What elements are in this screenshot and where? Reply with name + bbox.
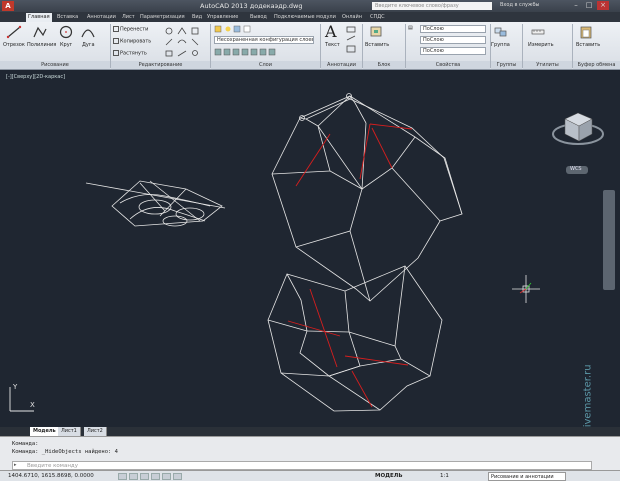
tab-parametric[interactable]: Параметризация (138, 13, 187, 22)
match-properties-icon[interactable]: ▤ (408, 25, 413, 31)
tab-insert[interactable]: Вставка (55, 13, 80, 22)
tab-plugins[interactable]: Подключаемые модули (272, 13, 338, 22)
polyline-tool-icon[interactable] (32, 25, 48, 39)
stretch-icon (113, 50, 119, 56)
move-label: Перенести (120, 26, 149, 33)
wcs-label[interactable]: WCS (570, 166, 582, 172)
viewcube-icon[interactable] (552, 112, 604, 145)
polyline-tool-label[interactable]: Полилиния (27, 42, 56, 48)
tab-manage[interactable]: Управление (205, 13, 240, 22)
stretch-button[interactable]: Растянуть (113, 50, 147, 57)
command-history-line: Команда: _HideObjects найдено: 4 (12, 449, 118, 455)
login-button[interactable]: Вход в службы (500, 2, 539, 8)
model-space-button[interactable]: МОДЕЛЬ (375, 473, 403, 479)
group-icon[interactable] (493, 25, 509, 39)
command-input[interactable]: Введите команду (12, 461, 592, 470)
color-dropdown[interactable]: ПоСлою (420, 25, 486, 33)
navigation-bar[interactable] (603, 190, 615, 290)
ribbon-tabs: Главная Вставка Аннотации Лист Параметри… (0, 12, 620, 22)
group-label-clipboard[interactable]: Буфер обмена (573, 61, 620, 69)
paste-label[interactable]: Вставить (576, 42, 600, 48)
snap-toggle-icon[interactable] (118, 473, 127, 480)
copy-button[interactable]: Копировать (113, 38, 151, 45)
dodecahedron-lower (267, 265, 443, 412)
maximize-icon[interactable]: □ (583, 1, 595, 10)
layer-icons[interactable] (214, 25, 314, 33)
tab-sheet[interactable]: Лист (120, 13, 137, 22)
svg-text:X: X (30, 401, 35, 409)
layer-tool-icons[interactable] (214, 47, 314, 57)
cursor-coordinates: 1404.6710, 1615.8698, 0.0000 (8, 473, 94, 479)
annotation-small-icons[interactable] (345, 26, 359, 56)
ortho-toggle-icon[interactable] (140, 473, 149, 480)
ucs-icon: Y X (9, 383, 35, 412)
layout-tab-bar: Модель Лист1 Лист2 (0, 427, 620, 436)
minimize-icon[interactable]: – (570, 1, 582, 10)
measure-label[interactable]: Измерить (528, 42, 554, 48)
measure-icon[interactable] (530, 25, 546, 39)
tab-view[interactable]: Вид (190, 13, 204, 22)
annotation-scale[interactable]: 1:1 (440, 473, 449, 479)
small-dodecahedron-net (85, 180, 226, 227)
window-title: AutoCAD 2013 додекаэдр.dwg (200, 2, 303, 10)
tab-sheet2[interactable]: Лист2 (84, 427, 107, 436)
copy-label: Копировать (120, 38, 152, 45)
line-tool-icon[interactable] (6, 25, 22, 39)
tab-spds[interactable]: СПДС (368, 13, 387, 22)
modify-tools-grid[interactable] (162, 25, 202, 59)
group-label[interactable]: Группа (491, 42, 510, 48)
copy-icon (113, 38, 119, 44)
lineweight-dropdown[interactable]: ПоСлою (420, 47, 486, 55)
crosshair-cursor-icon (512, 275, 540, 303)
dodecahedron-upper (271, 93, 463, 302)
stretch-label: Растянуть (120, 50, 147, 57)
tab-home[interactable]: Главная (26, 13, 52, 22)
move-button[interactable]: Перенести (113, 26, 148, 33)
drawing-geometry: Y X (9, 93, 604, 412)
osnap-toggle-icon[interactable] (162, 473, 171, 480)
group-label-utilities[interactable]: Утилиты (523, 61, 572, 69)
workspace-dropdown[interactable]: Рисование и аннотации (488, 472, 566, 481)
paste-icon[interactable] (578, 25, 594, 39)
layer-dropdown[interactable]: Несохраненная конфигурация слоев (214, 36, 314, 44)
grid-toggle-icon[interactable] (129, 473, 138, 480)
polar-toggle-icon[interactable] (151, 473, 160, 480)
group-label-properties[interactable]: Свойства (406, 61, 490, 69)
tab-output[interactable]: Вывод (248, 13, 269, 22)
command-history-line: Команда: (12, 441, 39, 447)
move-icon (113, 26, 119, 32)
group-label-draw[interactable]: Рисование (0, 61, 110, 69)
group-label-groups[interactable]: Группы (491, 61, 522, 69)
arc-tool-icon[interactable] (80, 25, 96, 39)
group-label-layers[interactable]: Слои (211, 61, 320, 69)
search-input[interactable]: Введите ключевое слово/фразу (372, 2, 492, 10)
title-bar: A AutoCAD 2013 додекаэдр.dwg Введите клю… (0, 0, 620, 12)
command-window: Команда: Команда: _HideObjects найдено: … (0, 436, 620, 470)
group-label-modify[interactable]: Редактирование (111, 61, 210, 69)
circle-tool-label[interactable]: Круг (60, 42, 72, 48)
text-tool-icon[interactable]: A (325, 22, 337, 41)
tab-online[interactable]: Онлайн (340, 13, 364, 22)
group-label-block[interactable]: Блок (363, 61, 405, 69)
circle-tool-icon[interactable] (58, 25, 74, 39)
line-tool-label[interactable]: Отрезок (3, 42, 25, 48)
tab-model[interactable]: Модель (30, 427, 60, 436)
close-icon[interactable]: × (597, 1, 609, 10)
text-tool-label[interactable]: Текст (325, 42, 340, 48)
svg-text:Y: Y (12, 383, 18, 391)
otrack-toggle-icon[interactable] (173, 473, 182, 480)
arc-tool-label[interactable]: Дуга (82, 42, 95, 48)
command-prompt-icon: ▸ (14, 462, 17, 468)
group-label-annotation[interactable]: Аннотации (321, 61, 362, 69)
tab-annotate[interactable]: Аннотации (85, 13, 118, 22)
linetype-dropdown[interactable]: ПоСлою (420, 36, 486, 44)
status-bar: 1404.6710, 1615.8698, 0.0000 МОДЕЛЬ 1:1 … (0, 470, 620, 481)
tab-sheet1[interactable]: Лист1 (58, 427, 81, 436)
insert-block-label[interactable]: Вставить (365, 42, 389, 48)
ribbon-panel: Отрезок Полилиния Круг Дуга Перенести Ко… (0, 22, 620, 70)
autocad-logo-icon[interactable]: A (2, 1, 14, 11)
insert-block-icon[interactable] (368, 25, 384, 39)
